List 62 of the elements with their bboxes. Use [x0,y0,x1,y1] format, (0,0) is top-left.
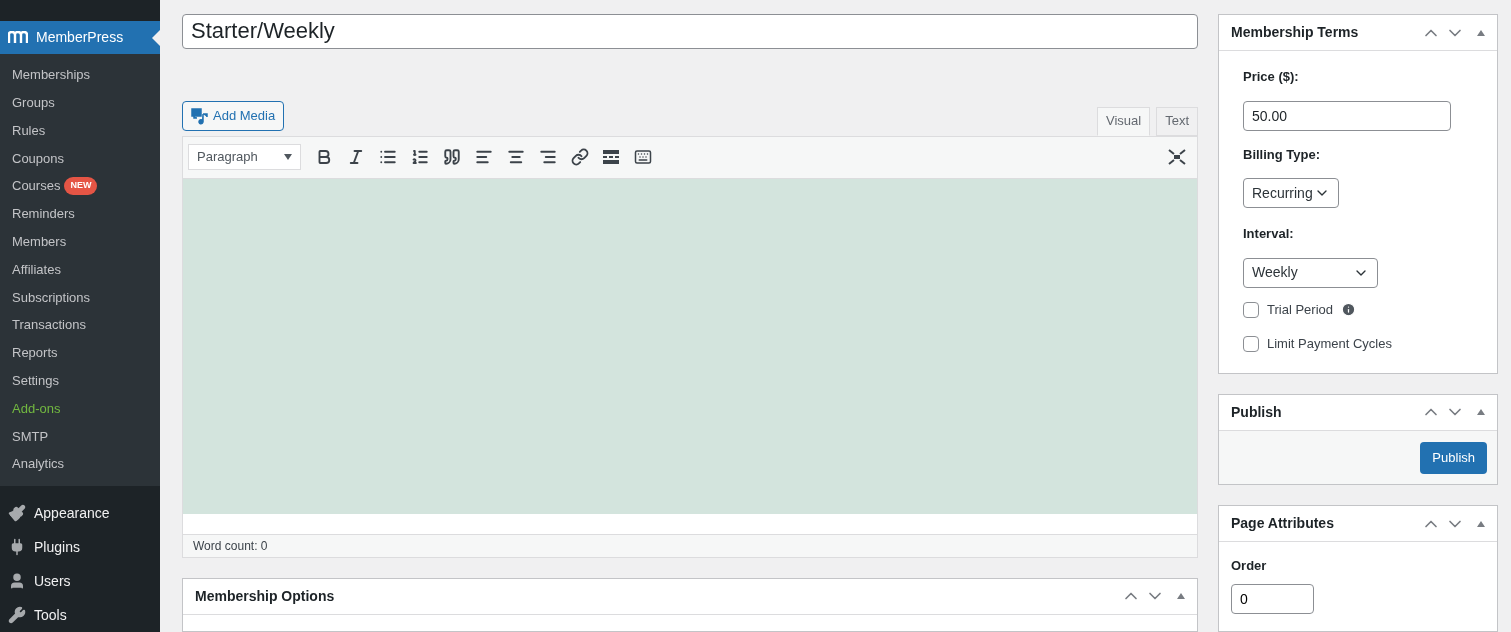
checkbox[interactable] [1243,301,1259,318]
panel-title: Page Attributes [1231,514,1335,534]
italic-icon[interactable] [347,148,365,167]
select-field[interactable]: Weekly [1243,257,1378,288]
submenu-item[interactable]: Rules [12,120,46,141]
submenu-item[interactable]: Add-ons [12,398,61,419]
submenu-item[interactable]: Subscriptions [12,287,91,308]
brush-icon [8,504,26,522]
submenu-item[interactable]: Settings [12,370,59,391]
menu-item[interactable]: Users [0,564,160,598]
submenu-item[interactable]: Members [12,231,67,252]
format-select[interactable]: Paragraph [188,144,301,171]
price-field[interactable]: 50.00 [1243,100,1451,131]
menu-item[interactable]: Plugins [0,530,160,564]
menu-item[interactable]: Tools [0,598,160,632]
memberpress-menu-item[interactable]: MemberPress [0,20,160,55]
submenu-item[interactable]: Analytics [12,454,65,474]
add-media-button[interactable]: Add Media [182,100,285,131]
media-icon [191,106,209,125]
submenu-item[interactable]: Groups [12,93,55,113]
caret-icon [284,154,292,161]
menu-item[interactable]: Appearance [0,496,160,530]
panel-title: Publish [1231,403,1283,422]
wrench-icon [8,606,26,624]
title-field[interactable]: Starter/Weekly [182,14,1198,49]
field-label: Price ($): [1243,68,1300,86]
editor-tab[interactable]: Visual [1096,106,1151,136]
collapse-icon[interactable] [1477,521,1485,527]
panel-title: Membership Options [195,586,336,606]
info-icon[interactable] [1341,302,1356,317]
fullscreen-icon[interactable] [1168,149,1186,166]
toolbar-toggle-icon[interactable] [633,148,653,167]
user-icon [8,572,26,590]
field-label: Order [1231,557,1268,576]
submenu-item[interactable]: Reminders [12,204,75,224]
field-label: Interval: [1243,225,1295,243]
numbered-list-icon[interactable] [411,148,429,167]
select-field[interactable]: Recurring [1243,178,1339,208]
collapse-icon[interactable] [1177,593,1185,600]
panel-title: Membership Terms [1231,23,1360,42]
quote-icon[interactable] [443,148,461,167]
new-badge: NEW [64,177,98,195]
submenu-item[interactable]: Transactions [12,315,86,335]
collapse-icon[interactable] [1477,29,1485,36]
checkbox-label: Limit Payment Cycles [1267,334,1392,353]
submenu-item[interactable]: Reports [12,343,58,363]
checkbox-label: Trial Period [1267,300,1333,319]
publish-button[interactable]: Publish [1420,441,1487,474]
collapse-icon[interactable] [1477,409,1485,416]
editor-tab[interactable]: Text [1156,106,1198,136]
submenu-item[interactable]: Affiliates [12,259,61,280]
word-count: Word count: 0 [193,537,268,555]
submenu-item[interactable]: Memberships [12,65,91,85]
link-icon[interactable] [571,148,589,167]
checkbox[interactable] [1243,335,1259,352]
field-label: Billing Type: [1243,145,1322,164]
submenu-item[interactable]: SMTP [12,426,49,447]
submenu-item[interactable]: Coupons [12,148,65,169]
read-more-icon[interactable] [603,150,619,165]
submenu-item[interactable]: Courses [12,176,61,196]
order-field[interactable]: 0 [1231,584,1314,614]
logo-icon [8,31,28,44]
